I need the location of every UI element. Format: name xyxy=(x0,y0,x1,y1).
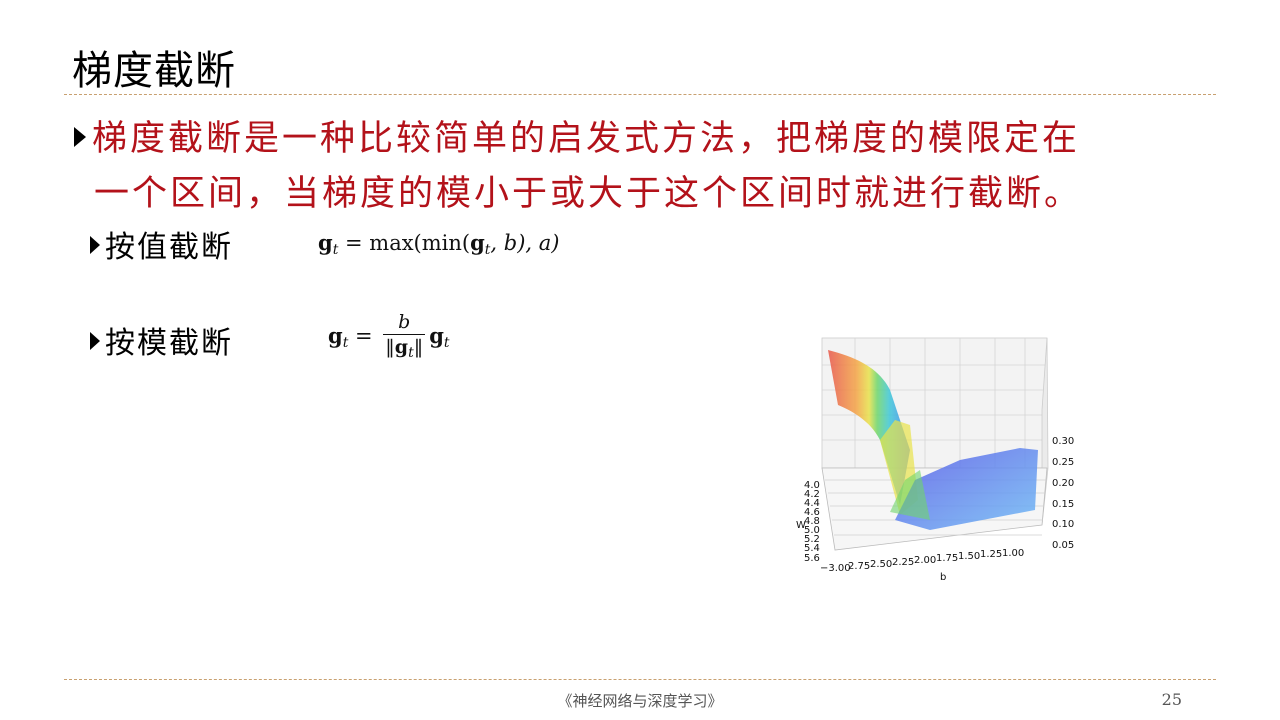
x-tick-label: 2.50 xyxy=(870,559,892,570)
formula-fraction: b ‖gt‖ xyxy=(383,310,426,365)
formula-by-value: gt = max(min(gt, b), a) xyxy=(318,230,559,258)
sub-item-label: 按值截断 xyxy=(105,230,233,265)
y-axis-label: W xyxy=(796,520,806,531)
surface-plot: 0.30 0.25 0.20 0.15 0.10 0.05 4.0 4.2 4.… xyxy=(796,337,1074,583)
x-tick-label: 1.00 xyxy=(1002,548,1024,559)
x-tick-label: 1.75 xyxy=(936,553,958,564)
x-tick-label: 1.25 xyxy=(980,549,1002,560)
fraction-numerator: b xyxy=(398,311,411,333)
formula-subscript: t xyxy=(443,335,450,351)
y-ticks: 4.0 4.2 4.4 4.6 4.8 5.0 5.2 5.4 5.6 W xyxy=(796,480,820,564)
slide-title: 梯度截断 xyxy=(72,48,236,94)
main-bullet-line2: 一个区间，当梯度的模小于或大于这个区间时就进行截断。 xyxy=(94,174,1083,214)
x-axis-label: b xyxy=(940,572,946,583)
fraction-denominator: ‖gt‖ xyxy=(383,334,426,365)
main-bullet: 梯度截断是一种比较简单的启发式方法，把梯度的模限定在 一个区间，当梯度的模小于或… xyxy=(74,112,1214,222)
bullet-arrow-icon xyxy=(90,236,100,254)
footer-divider xyxy=(64,679,1216,680)
z-tick-label: 0.30 xyxy=(1052,436,1074,447)
y-tick-label: 5.6 xyxy=(804,553,820,564)
x-tick-label: 2.00 xyxy=(914,555,936,566)
formula-symbol: g xyxy=(328,323,343,348)
slide: 梯度截断 梯度截断是一种比较简单的启发式方法，把梯度的模限定在 一个区间，当梯度… xyxy=(0,0,1280,720)
formula-subscript: t xyxy=(408,345,414,361)
x-ticks: −3.00 2.75 2.50 2.25 2.00 1.75 1.50 1.25… xyxy=(820,548,1024,583)
bullet-arrow-icon xyxy=(90,332,100,350)
x-tick-label: −3.00 xyxy=(820,563,851,574)
formula-by-norm: gt = b ‖gt‖ gt xyxy=(328,310,450,365)
x-tick-label: 2.25 xyxy=(892,557,914,568)
formula-text: , b), a) xyxy=(490,231,560,255)
formula-text: = max(min( xyxy=(338,231,471,255)
x-tick-label: 1.50 xyxy=(958,551,980,562)
footer-book-title: 《神经网络与深度学习》 xyxy=(557,692,723,710)
formula-symbol: g xyxy=(394,336,409,358)
sub-item-by-value: 按值截断 xyxy=(90,222,233,266)
z-tick-label: 0.10 xyxy=(1052,519,1074,530)
formula-symbol: g xyxy=(318,230,333,255)
page-number: 25 xyxy=(1161,690,1182,709)
title-divider xyxy=(64,94,1216,95)
z-ticks: 0.30 0.25 0.20 0.15 0.10 0.05 xyxy=(1052,436,1074,551)
z-tick-label: 0.25 xyxy=(1052,457,1074,468)
main-bullet-line1: 梯度截断是一种比较简单的启发式方法，把梯度的模限定在 xyxy=(92,119,1081,159)
z-tick-label: 0.05 xyxy=(1052,540,1074,551)
formula-symbol: g xyxy=(470,230,485,255)
sub-item-by-norm: 按模截断 xyxy=(90,318,233,362)
formula-symbol: g xyxy=(429,323,444,348)
z-tick-label: 0.15 xyxy=(1052,499,1074,510)
bullet-arrow-icon xyxy=(74,126,86,147)
sub-item-label: 按模截断 xyxy=(105,326,233,361)
x-tick-label: 2.75 xyxy=(848,561,870,572)
z-tick-label: 0.20 xyxy=(1052,478,1074,489)
formula-text: = xyxy=(348,324,380,348)
